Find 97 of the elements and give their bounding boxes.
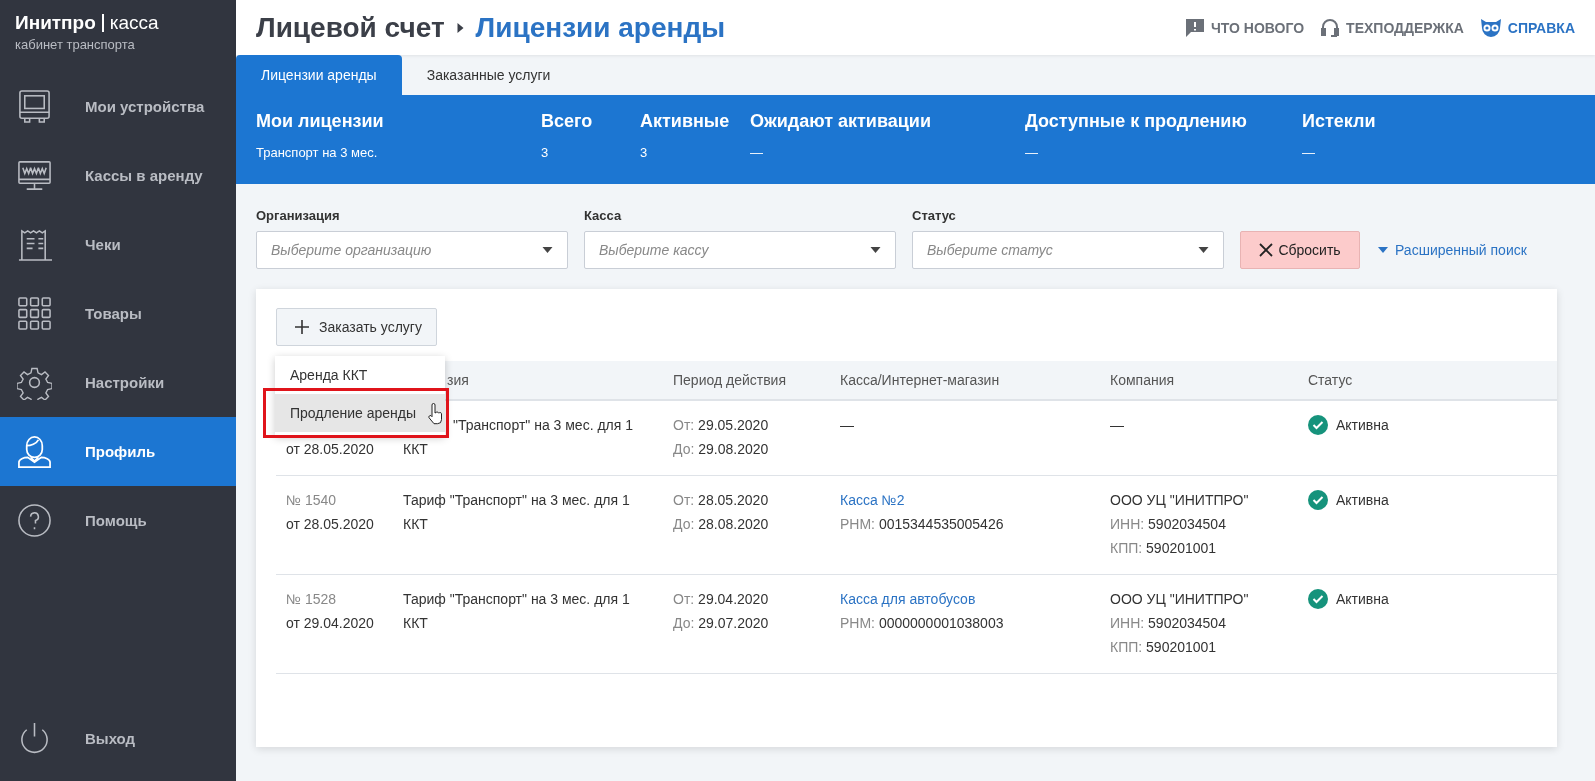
- column-header: Период действия: [673, 372, 787, 388]
- reset-button[interactable]: Сбросить: [1240, 231, 1360, 269]
- period-from: От: 28.05.2020: [673, 491, 770, 510]
- menu-item[interactable]: Продление аренды: [275, 394, 445, 432]
- filter-label: Статус: [912, 208, 957, 223]
- brand-product: касса: [109, 12, 159, 34]
- register-number: РНМ: 0000000001038003: [840, 614, 1005, 633]
- header-link[interactable]: СПРАВКА: [1479, 17, 1575, 38]
- select-field[interactable]: Выберите организацию: [256, 231, 568, 269]
- register-link[interactable]: Касса №2: [840, 492, 905, 508]
- summary-value: —: [750, 145, 764, 160]
- summary-heading: Мои лицензии: [256, 111, 385, 132]
- license-text: ККТ: [403, 615, 428, 631]
- caret-icon: [1198, 247, 1209, 253]
- order-date: от 28.05.2020: [286, 440, 375, 459]
- owl-icon: [1479, 17, 1502, 38]
- speech-bubble-icon: [1184, 17, 1205, 38]
- period-from: От: 29.05.2020: [673, 416, 770, 435]
- column-header: Статус: [1308, 372, 1353, 388]
- sidebar-item[interactable]: Помощь: [0, 486, 236, 555]
- menu-item[interactable]: Аренда ККТ: [275, 356, 445, 394]
- order-date: от 29.04.2020: [286, 614, 375, 633]
- brand-subtitle: кабинет транспорта: [15, 37, 136, 52]
- status-text: Активна: [1336, 590, 1389, 609]
- period-to: До: 29.07.2020: [673, 614, 770, 633]
- period-from: От: 29.04.2020: [673, 590, 770, 609]
- sidebar-item[interactable]: Кассы в аренду: [0, 141, 236, 210]
- summary-heading: Доступные к продлению: [1025, 111, 1248, 132]
- license-text: ККТ: [403, 441, 428, 457]
- license-text: ККТ: [403, 516, 428, 532]
- grid-icon: [17, 296, 52, 331]
- settings-icon: [17, 365, 52, 400]
- filter-label: Касса: [584, 208, 623, 223]
- company-kpp: КПП: 590201001: [1110, 539, 1218, 558]
- sidebar-item[interactable]: Чеки: [0, 210, 236, 279]
- license-text: Тариф "Транспорт" на 3 мес. для 1: [403, 492, 630, 508]
- order-number: № 1528: [286, 591, 337, 607]
- web-monitor-icon: [17, 158, 52, 193]
- summary-value: —: [1025, 145, 1039, 160]
- period-to: До: 28.08.2020: [673, 515, 770, 534]
- caret-icon: [870, 247, 881, 253]
- tab[interactable]: Заказанные услуги: [401, 55, 576, 95]
- summary-heading: Активные: [640, 111, 731, 132]
- sidebar-item[interactable]: Мои устройства: [0, 72, 236, 141]
- headset-icon: [1320, 17, 1341, 38]
- receipt-icon: [17, 227, 52, 262]
- company-name: ООО УЦ "ИНИТПРО": [1110, 590, 1250, 609]
- advanced-search-link[interactable]: Расширенный поиск: [1378, 231, 1527, 269]
- summary-heading: Всего: [541, 111, 594, 132]
- brand-separator: [101, 14, 104, 32]
- column-header: Компания: [1110, 372, 1175, 388]
- column-header: Касса/Интернет-магазин: [840, 372, 1000, 388]
- page-title: Лицензии аренды: [475, 11, 726, 44]
- company-inn: ИНН: 5902034504: [1110, 515, 1227, 534]
- chevron-icon: [456, 22, 464, 33]
- license-text: Тариф "Транспорт" на 3 мес. для 1: [403, 591, 630, 607]
- plus-icon: [295, 320, 309, 334]
- sidebar-item[interactable]: Товары: [0, 279, 236, 348]
- header-link[interactable]: ЧТО НОВОГО: [1184, 17, 1305, 38]
- monitor-icon: [17, 89, 52, 124]
- table-cell-text: —: [1110, 416, 1125, 435]
- person-icon: [17, 434, 52, 469]
- company-name: ООО УЦ "ИНИТПРО": [1110, 491, 1250, 510]
- summary-value: Транспорт на 3 мес.: [256, 145, 379, 160]
- filter-label: Организация: [256, 208, 341, 223]
- hand-cursor-icon: [427, 403, 443, 425]
- license-text: "Транспорт" на 3 мес. для 1: [453, 417, 634, 433]
- status-text: Активна: [1336, 416, 1389, 435]
- column-header: зия: [447, 372, 469, 388]
- summary-value: 3: [640, 145, 649, 160]
- close-icon: [1259, 243, 1274, 257]
- header-link[interactable]: ТЕХПОДДЕРЖКА: [1320, 17, 1464, 38]
- select-field[interactable]: Выберите кассу: [584, 231, 896, 269]
- tab[interactable]: Лицензии аренды: [236, 55, 402, 95]
- register-number: РНМ: 0015344535005426: [840, 515, 1005, 534]
- brand-name: Инитпро: [15, 12, 96, 34]
- caret-icon: [1378, 247, 1388, 253]
- company-inn: ИНН: 5902034504: [1110, 614, 1227, 633]
- sidebar-item[interactable]: Настройки: [0, 348, 236, 417]
- table-cell-text: —: [840, 416, 855, 435]
- company-kpp: КПП: 590201001: [1110, 638, 1218, 657]
- order-service-button[interactable]: Заказать услугу: [276, 308, 437, 346]
- help-icon: [17, 503, 52, 538]
- summary-heading: Истекли: [1302, 111, 1377, 132]
- status-text: Активна: [1336, 491, 1389, 510]
- summary-value: —: [1302, 145, 1316, 160]
- logout-item[interactable]: Выход: [0, 704, 236, 773]
- order-number: № 1540: [286, 492, 337, 508]
- order-date: от 28.05.2020: [286, 515, 375, 534]
- summary-heading: Ожидают активации: [750, 111, 932, 132]
- summary-value: 3: [541, 145, 550, 160]
- sidebar-item[interactable]: Профиль: [0, 417, 236, 486]
- caret-icon: [542, 247, 553, 253]
- select-field[interactable]: Выберите статус: [912, 231, 1224, 269]
- breadcrumb-link[interactable]: Лицевой счет: [256, 11, 445, 44]
- period-to: До: 29.08.2020: [673, 440, 770, 459]
- register-link[interactable]: Касса для автобусов: [840, 591, 976, 607]
